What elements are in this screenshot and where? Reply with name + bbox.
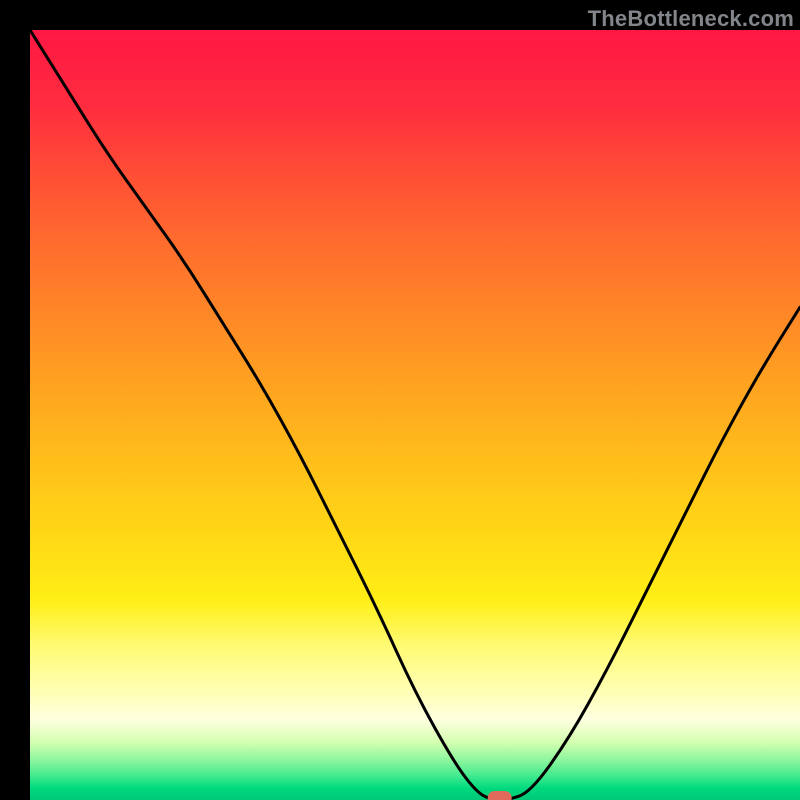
watermark-label: TheBottleneck.com — [588, 6, 794, 32]
plot-area — [30, 30, 800, 800]
bottleneck-curve — [30, 30, 800, 800]
chart-svg — [30, 30, 800, 800]
optimum-marker — [488, 791, 512, 800]
chart-frame: TheBottleneck.com — [0, 0, 800, 800]
